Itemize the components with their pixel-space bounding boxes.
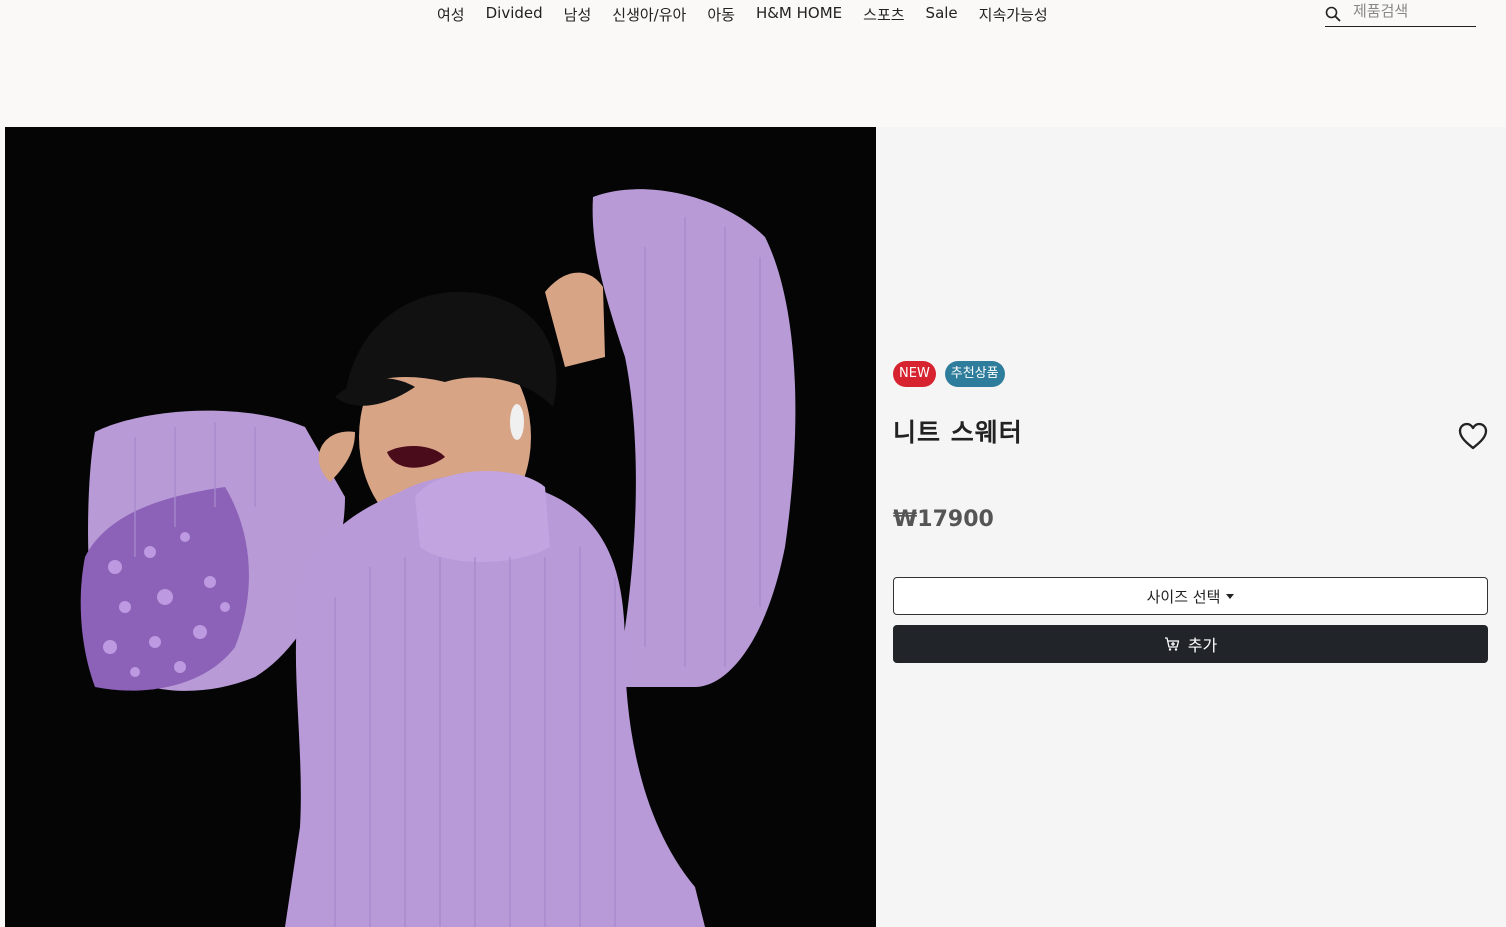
size-select-button[interactable]: 사이즈 선택	[893, 577, 1488, 615]
add-to-cart-label: 추가	[1187, 636, 1218, 655]
badge-group: NEW 추천상품	[893, 361, 1005, 387]
nav-item-baby[interactable]: 신생아/유아	[612, 4, 686, 25]
search-icon[interactable]	[1325, 6, 1341, 22]
nav-item-sale[interactable]: Sale	[926, 4, 958, 25]
heart-icon[interactable]	[1457, 422, 1489, 450]
product-price: ₩17900	[893, 507, 994, 532]
recommended-badge: 추천상품	[944, 361, 1005, 387]
search-bar	[1325, 0, 1476, 27]
chevron-down-icon	[1226, 593, 1235, 599]
nav-item-sustainability[interactable]: 지속가능성	[979, 4, 1048, 25]
product-photo	[5, 127, 876, 927]
product-title: 니트 스웨터	[893, 418, 1023, 447]
product-details-panel: NEW 추천상품 니트 스웨터 ₩17900 사이즈 선택 추가	[876, 127, 1506, 927]
main-nav: 여성 Divided 남성 신생아/유아 아동 H&M HOME 스포츠 Sal…	[437, 4, 1048, 25]
nav-item-divided[interactable]: Divided	[486, 4, 543, 25]
nav-item-men[interactable]: 남성	[564, 4, 592, 25]
model-wearing-sweater-image	[5, 127, 876, 927]
nav-item-women[interactable]: 여성	[437, 4, 465, 25]
top-header: 여성 Divided 남성 신생아/유아 아동 H&M HOME 스포츠 Sal…	[0, 0, 1506, 127]
nav-item-kids[interactable]: 아동	[707, 4, 735, 25]
new-badge: NEW	[893, 361, 936, 387]
cart-plus-icon	[1164, 637, 1179, 651]
add-to-cart-button[interactable]: 추가	[893, 625, 1488, 663]
size-select-label: 사이즈 선택	[1146, 587, 1221, 606]
nav-item-sports[interactable]: 스포츠	[863, 4, 904, 25]
search-input[interactable]	[1353, 2, 1473, 20]
nav-item-home[interactable]: H&M HOME	[756, 4, 842, 25]
